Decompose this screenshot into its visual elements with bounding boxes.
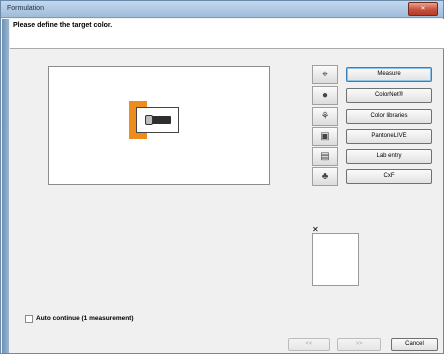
window-title: Formulation: [7, 5, 44, 12]
auto-continue-checkbox[interactable]: [25, 315, 33, 323]
formulation-window: Formulation ✕ Please define the target c…: [0, 0, 444, 354]
lab-entry-icon[interactable]: ▤: [312, 147, 338, 166]
next-button[interactable]: >>: [337, 338, 381, 351]
measure-icon[interactable]: ⌖: [312, 65, 338, 84]
header-panel: Please define the target color.: [10, 19, 444, 49]
target-color-swatch: [312, 233, 359, 286]
instruction-text: Please define the target color.: [13, 22, 113, 29]
cxf-button[interactable]: CxF: [346, 169, 432, 184]
auto-continue-label: Auto continue (1 measurement): [36, 315, 134, 322]
lab-entry-button[interactable]: Lab entry: [346, 149, 432, 164]
color-libraries-icon[interactable]: ⚘: [312, 107, 338, 126]
spectrophotometer-icon: [136, 107, 179, 133]
back-button[interactable]: <<: [288, 338, 330, 351]
source-row-lab-entry: ▤ Lab entry: [312, 147, 436, 166]
pantonelive-button[interactable]: PantoneLIVE: [346, 129, 432, 144]
title-bar[interactable]: Formulation ✕: [1, 1, 443, 18]
colornet-button[interactable]: ColorNet®: [346, 88, 432, 103]
source-row-pantonelive: ▣ PantoneLIVE: [312, 127, 436, 146]
close-window-button[interactable]: ✕: [408, 2, 438, 16]
measure-button[interactable]: Measure: [346, 67, 432, 82]
source-row-measure: ⌖ Measure: [312, 65, 436, 84]
left-accent-strip: [2, 19, 9, 353]
device-lens: [145, 115, 153, 125]
color-libraries-button[interactable]: Color libraries: [346, 109, 432, 124]
instrument-preview: [48, 66, 270, 185]
source-row-colornet: ● ColorNet®: [312, 86, 436, 105]
cancel-button[interactable]: Cancel: [391, 338, 438, 351]
source-row-color-libraries: ⚘ Color libraries: [312, 107, 436, 126]
close-icon: ✕: [420, 6, 426, 12]
source-row-cxf: ♣ CxF: [312, 167, 436, 186]
cxf-icon[interactable]: ♣: [312, 167, 338, 186]
colornet-icon[interactable]: ●: [312, 86, 338, 105]
pantonelive-icon[interactable]: ▣: [312, 127, 338, 146]
